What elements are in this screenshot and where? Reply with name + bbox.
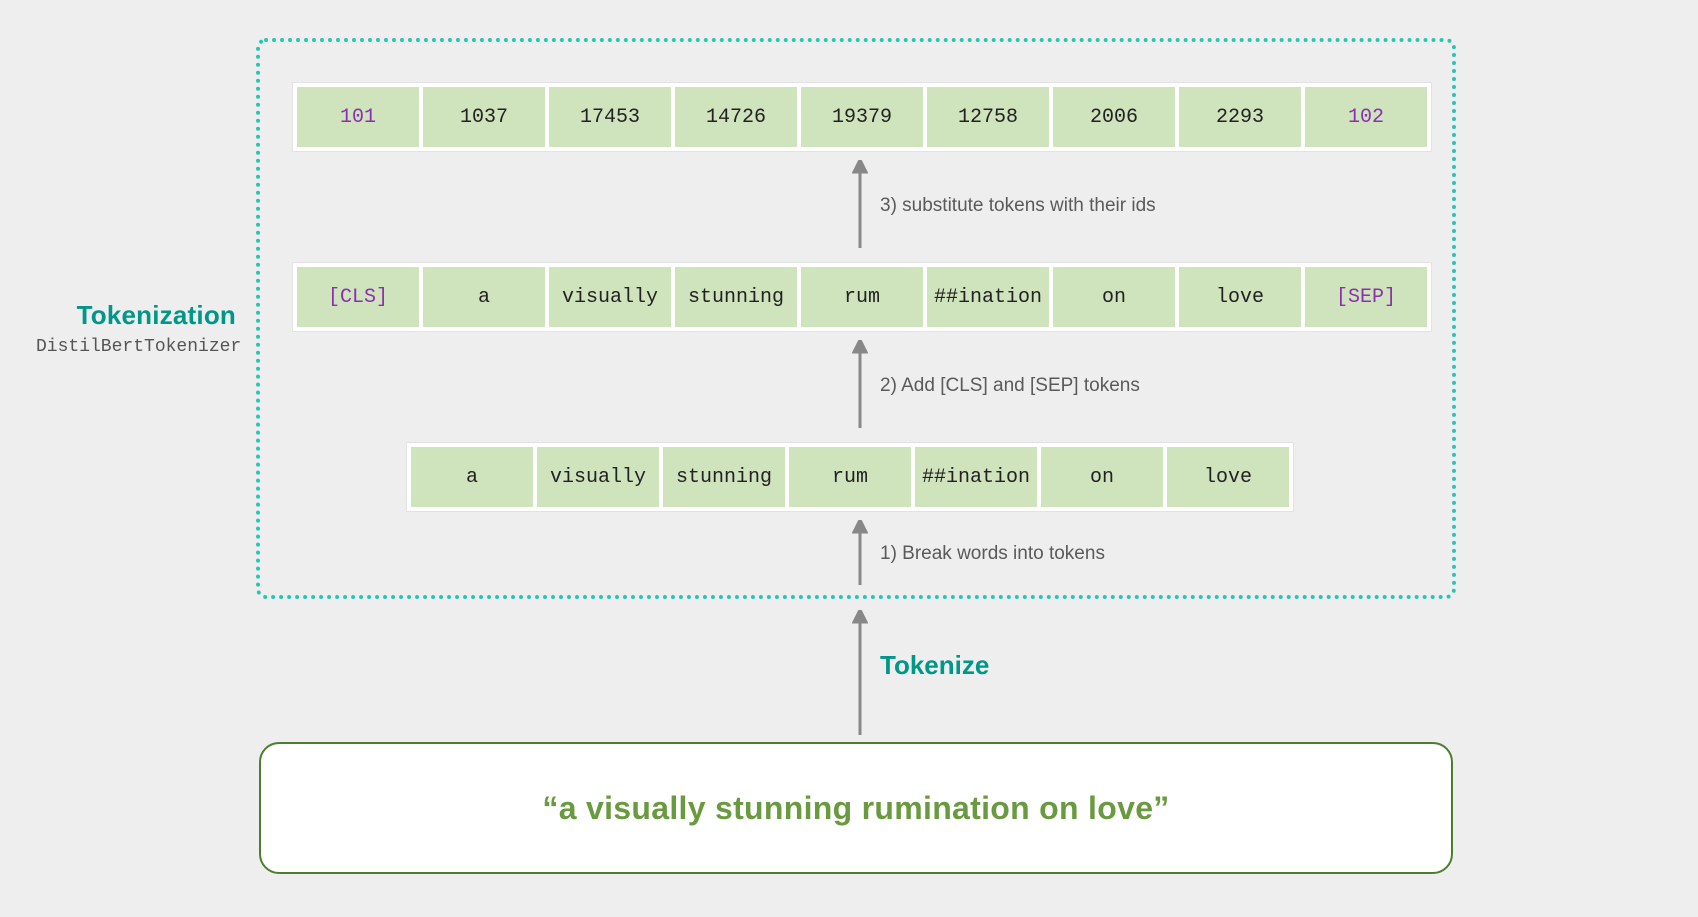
token-id-cell: 1037 (423, 87, 545, 147)
input-sentence: “a visually stunning rumination on love” (542, 790, 1169, 827)
token-id-cell: 101 (297, 87, 419, 147)
token-cell: love (1179, 267, 1301, 327)
token-cell: stunning (675, 267, 797, 327)
token-cell: visually (537, 447, 659, 507)
token-cell: on (1041, 447, 1163, 507)
token-id-cell: 17453 (549, 87, 671, 147)
token-id-cell: 14726 (675, 87, 797, 147)
token-cell: love (1167, 447, 1289, 507)
step-1-label: 1) Break words into tokens (880, 543, 1105, 565)
input-sentence-box: “a visually stunning rumination on love” (259, 742, 1453, 874)
token-id-cell: 2006 (1053, 87, 1175, 147)
arrow-up-icon (850, 160, 870, 248)
token-id-cell: 102 (1305, 87, 1427, 147)
token-cell: rum (801, 267, 923, 327)
token-cell: [CLS] (297, 267, 419, 327)
token-cell: a (411, 447, 533, 507)
token-cell: a (423, 267, 545, 327)
step-3-label: 3) substitute tokens with their ids (880, 195, 1156, 217)
arrow-up-icon (850, 520, 870, 585)
token-cell: ##ination (915, 447, 1037, 507)
token-id-cell: 2293 (1179, 87, 1301, 147)
token-cell: stunning (663, 447, 785, 507)
token-id-cell: 19379 (801, 87, 923, 147)
token-cell: visually (549, 267, 671, 327)
token-cell: ##ination (927, 267, 1049, 327)
arrow-up-icon (850, 610, 870, 735)
tokens-full-row: [CLS] a visually stunning rum ##ination … (292, 262, 1432, 332)
sidebar-labels: Tokenization DistilBertTokenizer (36, 300, 236, 357)
token-ids-row: 101 1037 17453 14726 19379 12758 2006 22… (292, 82, 1432, 152)
token-cell: on (1053, 267, 1175, 327)
token-id-cell: 12758 (927, 87, 1049, 147)
tokenize-label: Tokenize (880, 650, 989, 681)
tokenizer-name: DistilBertTokenizer (36, 337, 236, 357)
step-2-label: 2) Add [CLS] and [SEP] tokens (880, 375, 1140, 397)
tokens-base-row: a visually stunning rum ##ination on lov… (406, 442, 1294, 512)
token-cell: [SEP] (1305, 267, 1427, 327)
arrow-up-icon (850, 340, 870, 428)
token-cell: rum (789, 447, 911, 507)
tokenization-title: Tokenization (36, 300, 236, 331)
